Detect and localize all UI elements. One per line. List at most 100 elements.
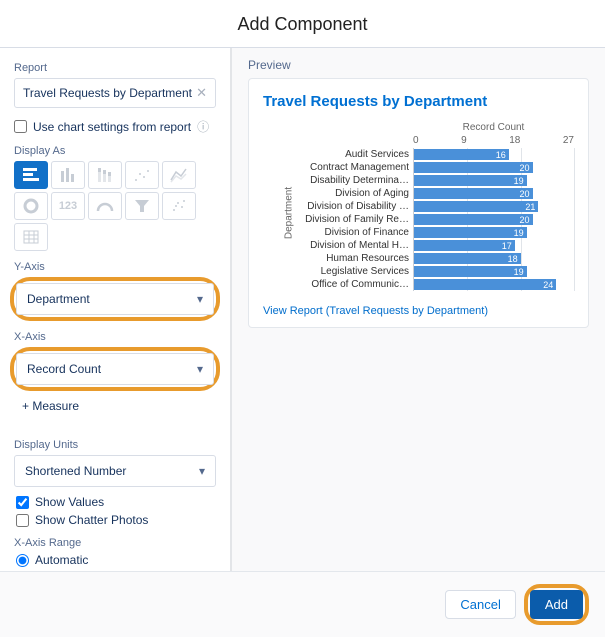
bar: 24 — [414, 279, 556, 290]
show-chatter-checkbox[interactable] — [16, 514, 29, 527]
bar: 17 — [414, 240, 515, 251]
view-report-link[interactable]: View Report (Travel Requests by Departme… — [263, 305, 574, 317]
chart-type-stacked-bar[interactable] — [88, 161, 122, 189]
y-axis-label: Y-Axis — [14, 261, 216, 273]
bar-value: 20 — [520, 189, 530, 199]
use-chart-settings-checkbox[interactable] — [14, 120, 27, 133]
bar: 19 — [414, 175, 527, 186]
bar-value: 17 — [502, 241, 512, 251]
x-range-label: X-Axis Range — [14, 537, 216, 549]
display-units-select[interactable]: Shortened Number ▾ — [14, 455, 216, 487]
left-config-panel: Report Travel Requests by Department ✕ U… — [0, 48, 232, 571]
show-values-label: Show Values — [35, 495, 104, 509]
y-axis-title: Department — [284, 187, 295, 239]
category-label: Division of Aging — [285, 187, 413, 200]
report-label: Report — [14, 62, 216, 74]
chart-type-vertical-bar[interactable] — [51, 161, 85, 189]
bar-row: 19 — [414, 265, 574, 278]
preview-panel: Preview Travel Requests by Department Re… — [232, 48, 605, 571]
bar-value: 18 — [508, 254, 518, 264]
category-label: Legislative Services — [285, 265, 413, 278]
display-as-label: Display As — [14, 145, 216, 157]
show-chatter-label: Show Chatter Photos — [35, 513, 148, 527]
category-label: Office of Communic… — [285, 278, 413, 291]
chevron-down-icon: ▾ — [199, 464, 205, 478]
category-label: Disability Determina… — [285, 174, 413, 187]
bar-value: 19 — [514, 176, 524, 186]
chart-type-stacked-100[interactable] — [125, 161, 159, 189]
x-tick: 0 — [413, 135, 419, 146]
bar-row: 20 — [414, 213, 574, 226]
footer: Cancel Add — [0, 571, 605, 637]
y-axis-select[interactable]: Department ▾ — [16, 283, 214, 315]
use-chart-settings-label: Use chart settings from report — [33, 120, 191, 134]
bar-row: 19 — [414, 174, 574, 187]
info-icon[interactable]: ⓘ — [197, 118, 209, 135]
bar-row: 21 — [414, 200, 574, 213]
show-values-checkbox[interactable] — [16, 496, 29, 509]
x-tick: 9 — [461, 135, 467, 146]
category-label: Contract Management — [285, 161, 413, 174]
x-tick-row: 0 9 18 27 — [285, 135, 574, 146]
category-label: Division of Disability … — [285, 200, 413, 213]
x-tick: 27 — [563, 135, 574, 146]
x-axis-title: Record Count — [263, 122, 574, 133]
bar-value: 21 — [525, 202, 535, 212]
chart-type-funnel[interactable] — [125, 192, 159, 220]
bar: 18 — [414, 253, 521, 264]
bar-row: 17 — [414, 239, 574, 252]
x-axis-label: X-Axis — [14, 331, 216, 343]
add-measure-button[interactable]: + Measure — [14, 399, 216, 413]
preview-label: Preview — [248, 58, 589, 72]
chart-type-metric[interactable]: 123 — [51, 192, 85, 220]
x-tick: 18 — [509, 135, 520, 146]
chart-area: Department 0 9 18 27 Audit ServicesContract… — [263, 135, 574, 291]
chevron-down-icon: ▾ — [197, 362, 203, 376]
chart-type-table[interactable] — [14, 223, 48, 251]
chart-type-scatter[interactable] — [162, 192, 196, 220]
chevron-down-icon: ▾ — [197, 292, 203, 306]
y-axis-value: Department — [27, 292, 90, 306]
chart-type-line[interactable] — [162, 161, 196, 189]
category-label: Division of Family Re… — [285, 213, 413, 226]
bar: 20 — [414, 188, 533, 199]
bar: 16 — [414, 149, 509, 160]
display-units-label: Display Units — [14, 439, 216, 451]
preview-title: Travel Requests by Department — [263, 93, 574, 110]
display-units-value: Shortened Number — [25, 464, 126, 478]
category-label: Division of Finance — [285, 226, 413, 239]
bar: 20 — [414, 162, 533, 173]
category-label: Human Resources — [285, 252, 413, 265]
category-label: Division of Mental H… — [285, 239, 413, 252]
y-axis-highlight: Department ▾ — [10, 277, 220, 321]
x-range-auto-radio[interactable] — [16, 554, 29, 567]
chart-type-horizontal-bar[interactable] — [14, 161, 48, 189]
bar-value: 24 — [543, 280, 553, 290]
bar-row: 20 — [414, 161, 574, 174]
add-button[interactable]: Add — [530, 590, 583, 619]
clear-icon[interactable]: ✕ — [196, 85, 207, 101]
report-value: Travel Requests by Department — [23, 86, 192, 100]
bar-row: 20 — [414, 187, 574, 200]
x-range-auto-label: Automatic — [35, 553, 88, 567]
x-axis-highlight: Record Count ▾ — [10, 347, 220, 391]
bar: 19 — [414, 227, 527, 238]
bar-row: 16 — [414, 148, 574, 161]
chart-type-donut[interactable] — [14, 192, 48, 220]
bar: 19 — [414, 266, 527, 277]
preview-card: Travel Requests by Department Record Cou… — [248, 78, 589, 328]
bar-value: 19 — [514, 267, 524, 277]
bar-row: 18 — [414, 252, 574, 265]
bar-row: 24 — [414, 278, 574, 291]
x-axis-select[interactable]: Record Count ▾ — [16, 353, 214, 385]
chart-type-gauge[interactable] — [88, 192, 122, 220]
category-column: Audit ServicesContract ManagementDisabil… — [285, 148, 413, 291]
bar: 20 — [414, 214, 533, 225]
modal-title: Add Component — [0, 0, 605, 47]
add-button-highlight: Add — [524, 584, 589, 625]
x-axis-value: Record Count — [27, 362, 101, 376]
bar-column: 16 20 19 20 21 20 19 17 18 19 24 — [413, 148, 574, 291]
cancel-button[interactable]: Cancel — [445, 590, 515, 619]
report-input[interactable]: Travel Requests by Department ✕ — [14, 78, 216, 108]
bar: 21 — [414, 201, 538, 212]
